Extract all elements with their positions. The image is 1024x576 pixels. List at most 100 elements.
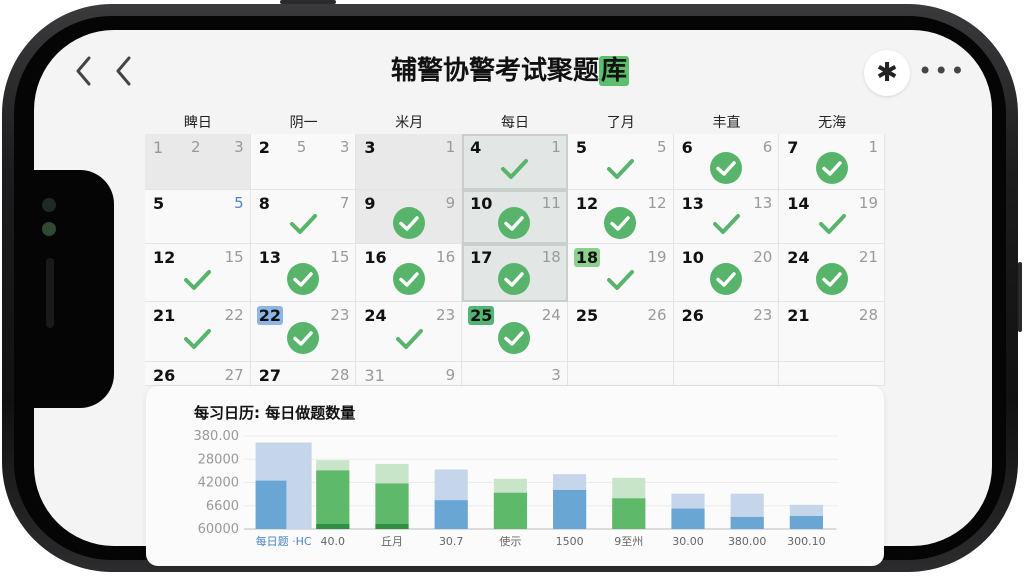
page-title: 辅警协警考试聚题库 bbox=[360, 50, 660, 87]
calendar-grid: 1 2 3 2 5 3 3 1 4 1 5 5 6 6 7 1 5 5 8 7 9 9 10 11 12 12 13 13 14 19 12… bbox=[145, 134, 885, 386]
calendar-day-cell[interactable]: 55 bbox=[145, 190, 251, 244]
calendar-day-cell[interactable]: 27 28 bbox=[250, 362, 357, 386]
calendar-day-cell[interactable]: 31 9 bbox=[356, 362, 463, 386]
checkmark-icon bbox=[816, 207, 848, 239]
calendar-day-cell[interactable]: 22 23 bbox=[250, 302, 357, 362]
check-circle-icon bbox=[392, 262, 425, 295]
day-count: 9 bbox=[445, 366, 456, 384]
checkmark-icon bbox=[181, 263, 213, 295]
calendar-day-cell[interactable]: 24 21 bbox=[779, 244, 885, 302]
calendar-day-cell[interactable]: 87 bbox=[250, 190, 357, 244]
calendar-day-cell[interactable]: 25 24 bbox=[462, 302, 568, 362]
calendar-day-cell[interactable]: 10 11 bbox=[462, 190, 568, 244]
calendar-day-cell[interactable]: 25 26 bbox=[567, 302, 674, 362]
asterisk-icon: ✱ bbox=[876, 58, 898, 88]
asterisk-button[interactable]: ✱ bbox=[864, 50, 910, 96]
calendar-day-cell[interactable]: 99 bbox=[356, 190, 463, 244]
back-button[interactable] bbox=[72, 54, 96, 88]
calendar-day-cell[interactable]: 12 15 bbox=[145, 244, 251, 302]
bar-value bbox=[553, 489, 587, 529]
calendar-day-cell[interactable] bbox=[567, 362, 674, 386]
x-tick-label: 300.10 bbox=[787, 535, 826, 548]
day-count: 18 bbox=[541, 248, 561, 266]
calendar-day-cell[interactable]: 1 2 3 bbox=[145, 134, 251, 190]
calendar-day-cell[interactable] bbox=[673, 362, 780, 386]
bar-value bbox=[612, 498, 646, 529]
checkmark-icon bbox=[604, 263, 636, 295]
day-number: 5 bbox=[153, 194, 165, 213]
day-number: 10 bbox=[470, 194, 493, 213]
day-number: 13 bbox=[681, 194, 704, 213]
chevron-left-icon bbox=[76, 56, 91, 86]
day-count: 1 bbox=[445, 138, 456, 156]
bar-value bbox=[434, 500, 468, 529]
calendar-day-cell[interactable]: 31 bbox=[356, 134, 463, 190]
calendar-day-cell[interactable]: 16 16 bbox=[356, 244, 463, 302]
day-count: 15 bbox=[224, 248, 244, 266]
day-count: 26 bbox=[647, 306, 667, 324]
calendar-day-cell[interactable]: 21 28 bbox=[779, 302, 885, 362]
day-number: 24 bbox=[787, 248, 810, 267]
more-options-button[interactable]: ••• bbox=[918, 56, 964, 86]
day-number: 27 bbox=[258, 366, 281, 385]
check-circle-icon bbox=[498, 321, 531, 354]
calendar-day-cell[interactable] bbox=[779, 362, 885, 386]
calendar-day-cell[interactable]: 71 bbox=[779, 134, 885, 190]
day-count: 16 bbox=[436, 248, 456, 266]
day-number: 7 bbox=[787, 138, 799, 157]
back-button-secondary[interactable] bbox=[112, 54, 136, 88]
day-number: 25 bbox=[468, 306, 495, 325]
day-number: 12 bbox=[575, 194, 599, 213]
check-circle-icon bbox=[392, 206, 425, 239]
day-count: 23 bbox=[330, 306, 350, 324]
ellipsis-icon: ••• bbox=[918, 57, 967, 85]
page-title-highlight: 库 bbox=[599, 56, 630, 86]
calendar-day-cell[interactable]: 26 23 bbox=[673, 302, 780, 362]
bar-value bbox=[316, 470, 350, 529]
day-count: 12 bbox=[647, 194, 667, 212]
check-circle-icon bbox=[287, 321, 320, 354]
y-tick-label: 60000 bbox=[198, 522, 239, 537]
x-tick-label: 40.0 bbox=[321, 535, 346, 548]
y-tick-label: 6600 bbox=[206, 499, 239, 514]
day-count: 28 bbox=[858, 306, 878, 324]
calendar-day-cell[interactable]: 12 12 bbox=[567, 190, 674, 244]
calendar-day-cell[interactable]: 18 19 bbox=[567, 244, 674, 302]
day-number: 26 bbox=[681, 306, 704, 325]
calendar-day-cell[interactable]: 13 15 bbox=[250, 244, 357, 302]
check-circle-icon bbox=[604, 206, 637, 239]
day-number: 4 bbox=[470, 138, 482, 157]
day-number: 8 bbox=[258, 194, 270, 213]
calendar-day-cell[interactable]: 14 19 bbox=[779, 190, 885, 244]
bar-value bbox=[671, 508, 705, 529]
day-number: 3 bbox=[364, 138, 376, 157]
calendar-day-cell[interactable]: 17 18 bbox=[462, 244, 568, 302]
calendar-day-cell[interactable]: 10 20 bbox=[673, 244, 780, 302]
calendar-day-cell[interactable]: 55 bbox=[567, 134, 674, 190]
day-secondary-number: 2 bbox=[191, 138, 201, 156]
speaker-grille bbox=[46, 258, 54, 328]
calendar-day-cell[interactable]: 24 23 bbox=[356, 302, 463, 362]
calendar-day-cell[interactable]: 26 27 bbox=[145, 362, 251, 386]
day-number: 12 bbox=[153, 248, 176, 267]
calendar-day-cell[interactable]: 41 bbox=[462, 134, 568, 190]
weekday-label: 丰直 bbox=[712, 115, 741, 131]
bar-value bbox=[375, 483, 409, 529]
x-tick-label: 30.7 bbox=[439, 535, 464, 548]
day-number: 9 bbox=[364, 194, 376, 213]
calendar-day-cell[interactable]: 66 bbox=[673, 134, 780, 190]
x-tick-label: 1500 bbox=[556, 535, 584, 548]
calendar-day-cell[interactable]: 13 13 bbox=[673, 190, 780, 244]
calendar-day-cell[interactable]: 3 bbox=[462, 362, 568, 386]
checkmark-icon bbox=[498, 152, 530, 184]
x-tick-label: 30.00 bbox=[672, 535, 704, 548]
day-number: 14 bbox=[787, 194, 810, 213]
calendar-day-cell[interactable]: 21 22 bbox=[145, 302, 251, 362]
day-number: 31 bbox=[364, 366, 385, 385]
bar-value bbox=[789, 515, 823, 529]
x-tick-label: 每日题 ·HC bbox=[256, 534, 312, 548]
calendar-day-cell[interactable]: 2 5 3 bbox=[250, 134, 357, 190]
day-count: 23 bbox=[753, 306, 773, 324]
check-circle-icon bbox=[815, 262, 848, 295]
check-circle-icon bbox=[709, 151, 742, 184]
